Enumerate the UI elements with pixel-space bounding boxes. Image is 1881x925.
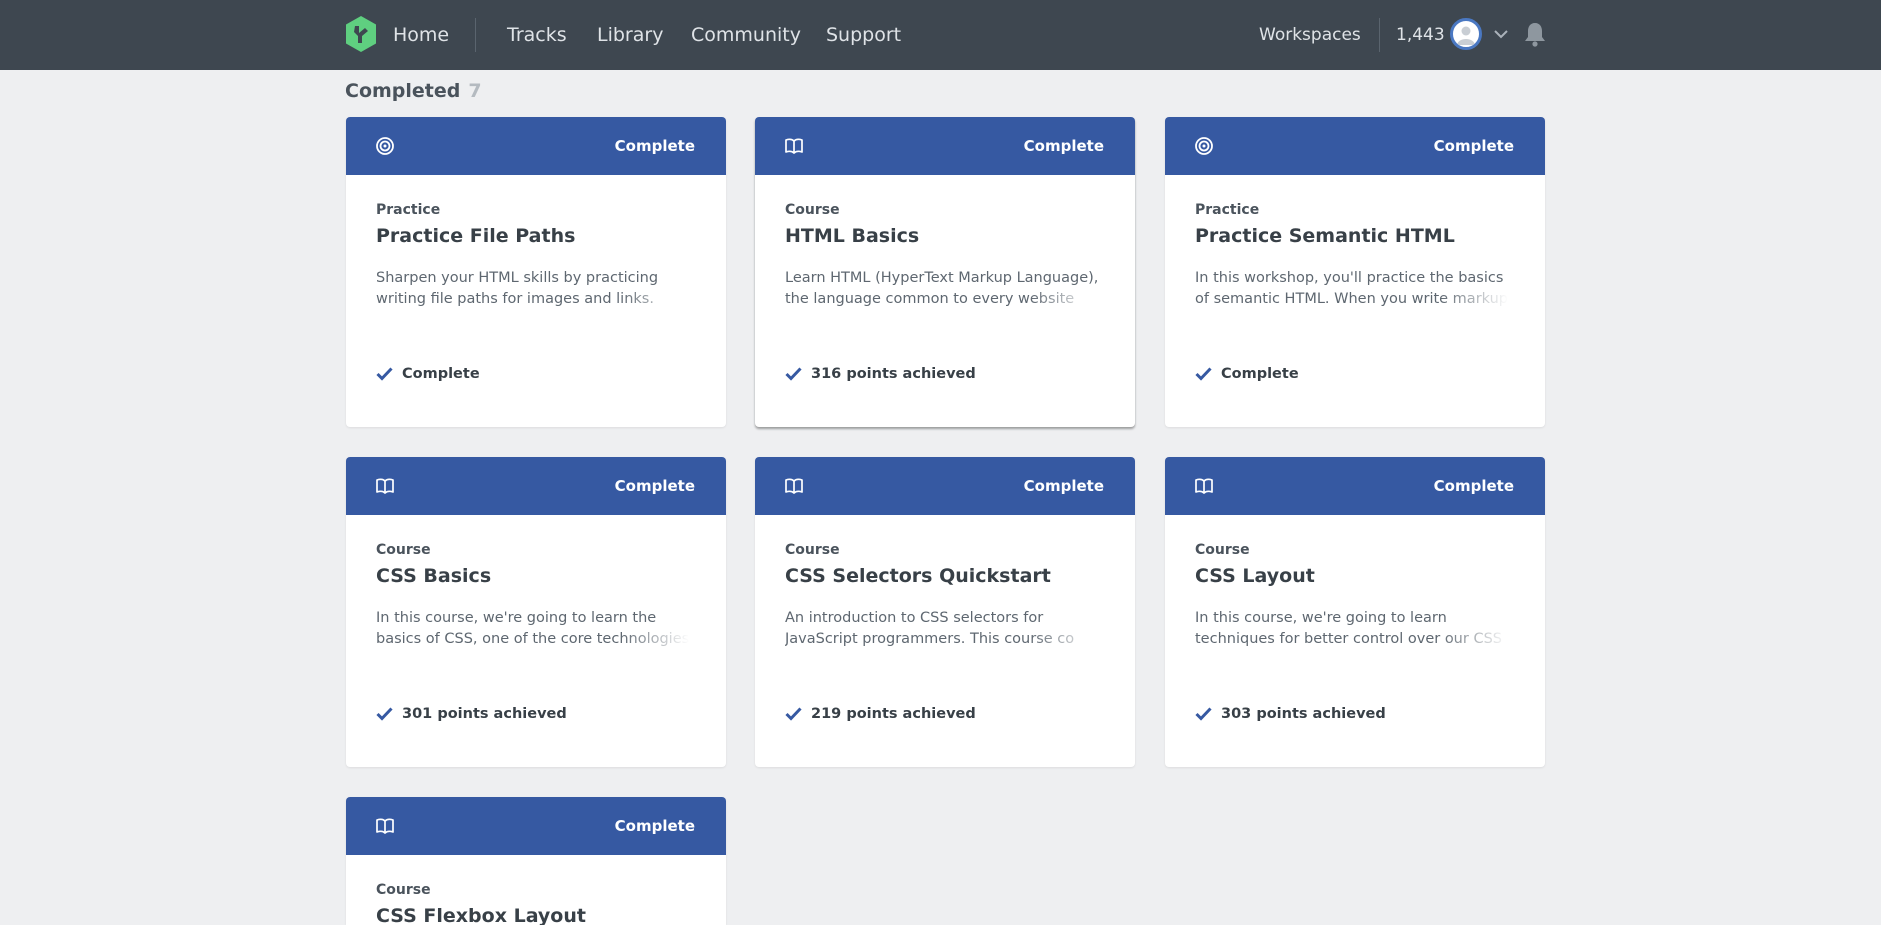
section-title: Completed 7: [345, 80, 482, 102]
nav-community-link[interactable]: Community: [691, 24, 801, 46]
section-title-label: Completed: [345, 80, 461, 102]
card-header: Complete: [346, 457, 726, 515]
card-description: In this course, we're going to learn tec…: [1195, 608, 1520, 652]
content-card[interactable]: Complete Practice Practice Semantic HTML…: [1165, 117, 1545, 427]
card-title[interactable]: CSS Basics: [376, 565, 491, 587]
card-description: An introduction to CSS selectors for Jav…: [785, 608, 1110, 652]
book-icon: [376, 818, 394, 834]
card-type: Practice: [1195, 202, 1260, 218]
card-footer: 303 points achieved: [1195, 706, 1386, 722]
content-card[interactable]: Complete Course CSS Basics In this cours…: [346, 457, 726, 767]
card-type: Course: [1195, 542, 1250, 558]
avatar-icon: [1457, 26, 1475, 45]
card-footer-text: Complete: [1221, 366, 1299, 382]
treehouse-logo-icon[interactable]: [345, 16, 377, 52]
checkmark-icon: [1195, 367, 1212, 381]
content-card[interactable]: Complete Course CSS Layout In this cours…: [1165, 457, 1545, 767]
content-card[interactable]: Complete Course HTML Basics Learn HTML (…: [755, 117, 1135, 427]
card-header: Complete: [346, 797, 726, 855]
card-description-text: Sharpen your HTML skills by practicing w…: [376, 270, 659, 307]
card-footer: 219 points achieved: [785, 706, 976, 722]
card-title[interactable]: Practice Semantic HTML: [1195, 225, 1455, 247]
card-body: Practice Practice File Paths Sharpen you…: [346, 175, 726, 427]
avatar[interactable]: [1450, 18, 1482, 50]
checkmark-icon: [376, 367, 393, 381]
card-footer: Complete: [376, 366, 480, 382]
card-status: Complete: [614, 817, 695, 835]
card-description: In this workshop, you'll practice the ba…: [1195, 268, 1520, 312]
nav-divider: [475, 18, 476, 52]
chevron-down-icon[interactable]: [1493, 28, 1509, 40]
card-body: Course CSS Basics In this course, we're …: [346, 515, 726, 767]
card-status: Complete: [1023, 137, 1104, 155]
book-icon: [1195, 478, 1213, 494]
card-body: Course CSS Layout In this course, we're …: [1165, 515, 1545, 767]
content-card[interactable]: Complete Practice Practice File Paths Sh…: [346, 117, 726, 427]
card-body: Practice Practice Semantic HTML In this …: [1165, 175, 1545, 427]
card-status: Complete: [614, 137, 695, 155]
card-header: Complete: [346, 117, 726, 175]
card-type: Practice: [376, 202, 441, 218]
nav-divider: [1379, 18, 1380, 52]
checkmark-icon: [376, 707, 393, 721]
top-navigation-bar: Home Tracks Library Community Support Wo…: [0, 0, 1881, 70]
nav-support-link[interactable]: Support: [826, 24, 901, 46]
nav-home-link[interactable]: Home: [393, 24, 449, 46]
card-description: Sharpen your HTML skills by practicing w…: [376, 268, 701, 312]
content-card[interactable]: Complete Course CSS Flexbox Layout: [346, 797, 726, 925]
card-status: Complete: [1023, 477, 1104, 495]
book-icon: [785, 138, 803, 154]
book-icon: [785, 478, 803, 494]
points-total: 1,443: [1396, 25, 1445, 45]
card-title[interactable]: CSS Selectors Quickstart: [785, 565, 1051, 587]
bell-icon[interactable]: [1521, 20, 1549, 48]
card-footer-text: Complete: [402, 366, 480, 382]
checkmark-icon: [1195, 707, 1212, 721]
card-footer: 301 points achieved: [376, 706, 567, 722]
card-footer-text: 301 points achieved: [402, 706, 567, 722]
card-footer: 316 points achieved: [785, 366, 976, 382]
card-footer-text: 303 points achieved: [1221, 706, 1386, 722]
card-title[interactable]: CSS Layout: [1195, 565, 1315, 587]
card-title[interactable]: Practice File Paths: [376, 225, 575, 247]
card-type: Course: [376, 882, 431, 898]
card-header: Complete: [1165, 457, 1545, 515]
card-description: In this course, we're going to learn the…: [376, 608, 701, 652]
nav-workspaces-link[interactable]: Workspaces: [1259, 25, 1361, 45]
nav-library-link[interactable]: Library: [597, 24, 663, 46]
card-footer-text: 316 points achieved: [811, 366, 976, 382]
card-type: Course: [785, 542, 840, 558]
card-footer-text: 219 points achieved: [811, 706, 976, 722]
checkmark-icon: [785, 367, 802, 381]
checkmark-icon: [785, 707, 802, 721]
card-type: Course: [785, 202, 840, 218]
card-title[interactable]: CSS Flexbox Layout: [376, 905, 586, 925]
section-count: 7: [468, 80, 482, 102]
nav-tracks-link[interactable]: Tracks: [507, 24, 567, 46]
card-header: Complete: [755, 457, 1135, 515]
card-status: Complete: [1433, 137, 1514, 155]
card-header: Complete: [755, 117, 1135, 175]
card-header: Complete: [1165, 117, 1545, 175]
card-description: Learn HTML (HyperText Markup Language), …: [785, 268, 1110, 312]
card-status: Complete: [614, 477, 695, 495]
card-title[interactable]: HTML Basics: [785, 225, 919, 247]
target-icon: [1195, 137, 1213, 155]
target-icon: [376, 137, 394, 155]
nav-inner: Home Tracks Library Community Support Wo…: [345, 0, 1546, 70]
card-body: Course CSS Selectors Quickstart An intro…: [755, 515, 1135, 767]
card-body: Course CSS Flexbox Layout: [346, 855, 726, 925]
card-type: Course: [376, 542, 431, 558]
book-icon: [376, 478, 394, 494]
card-status: Complete: [1433, 477, 1514, 495]
card-body: Course HTML Basics Learn HTML (HyperText…: [755, 175, 1135, 427]
card-footer: Complete: [1195, 366, 1299, 382]
content-card[interactable]: Complete Course CSS Selectors Quickstart…: [755, 457, 1135, 767]
